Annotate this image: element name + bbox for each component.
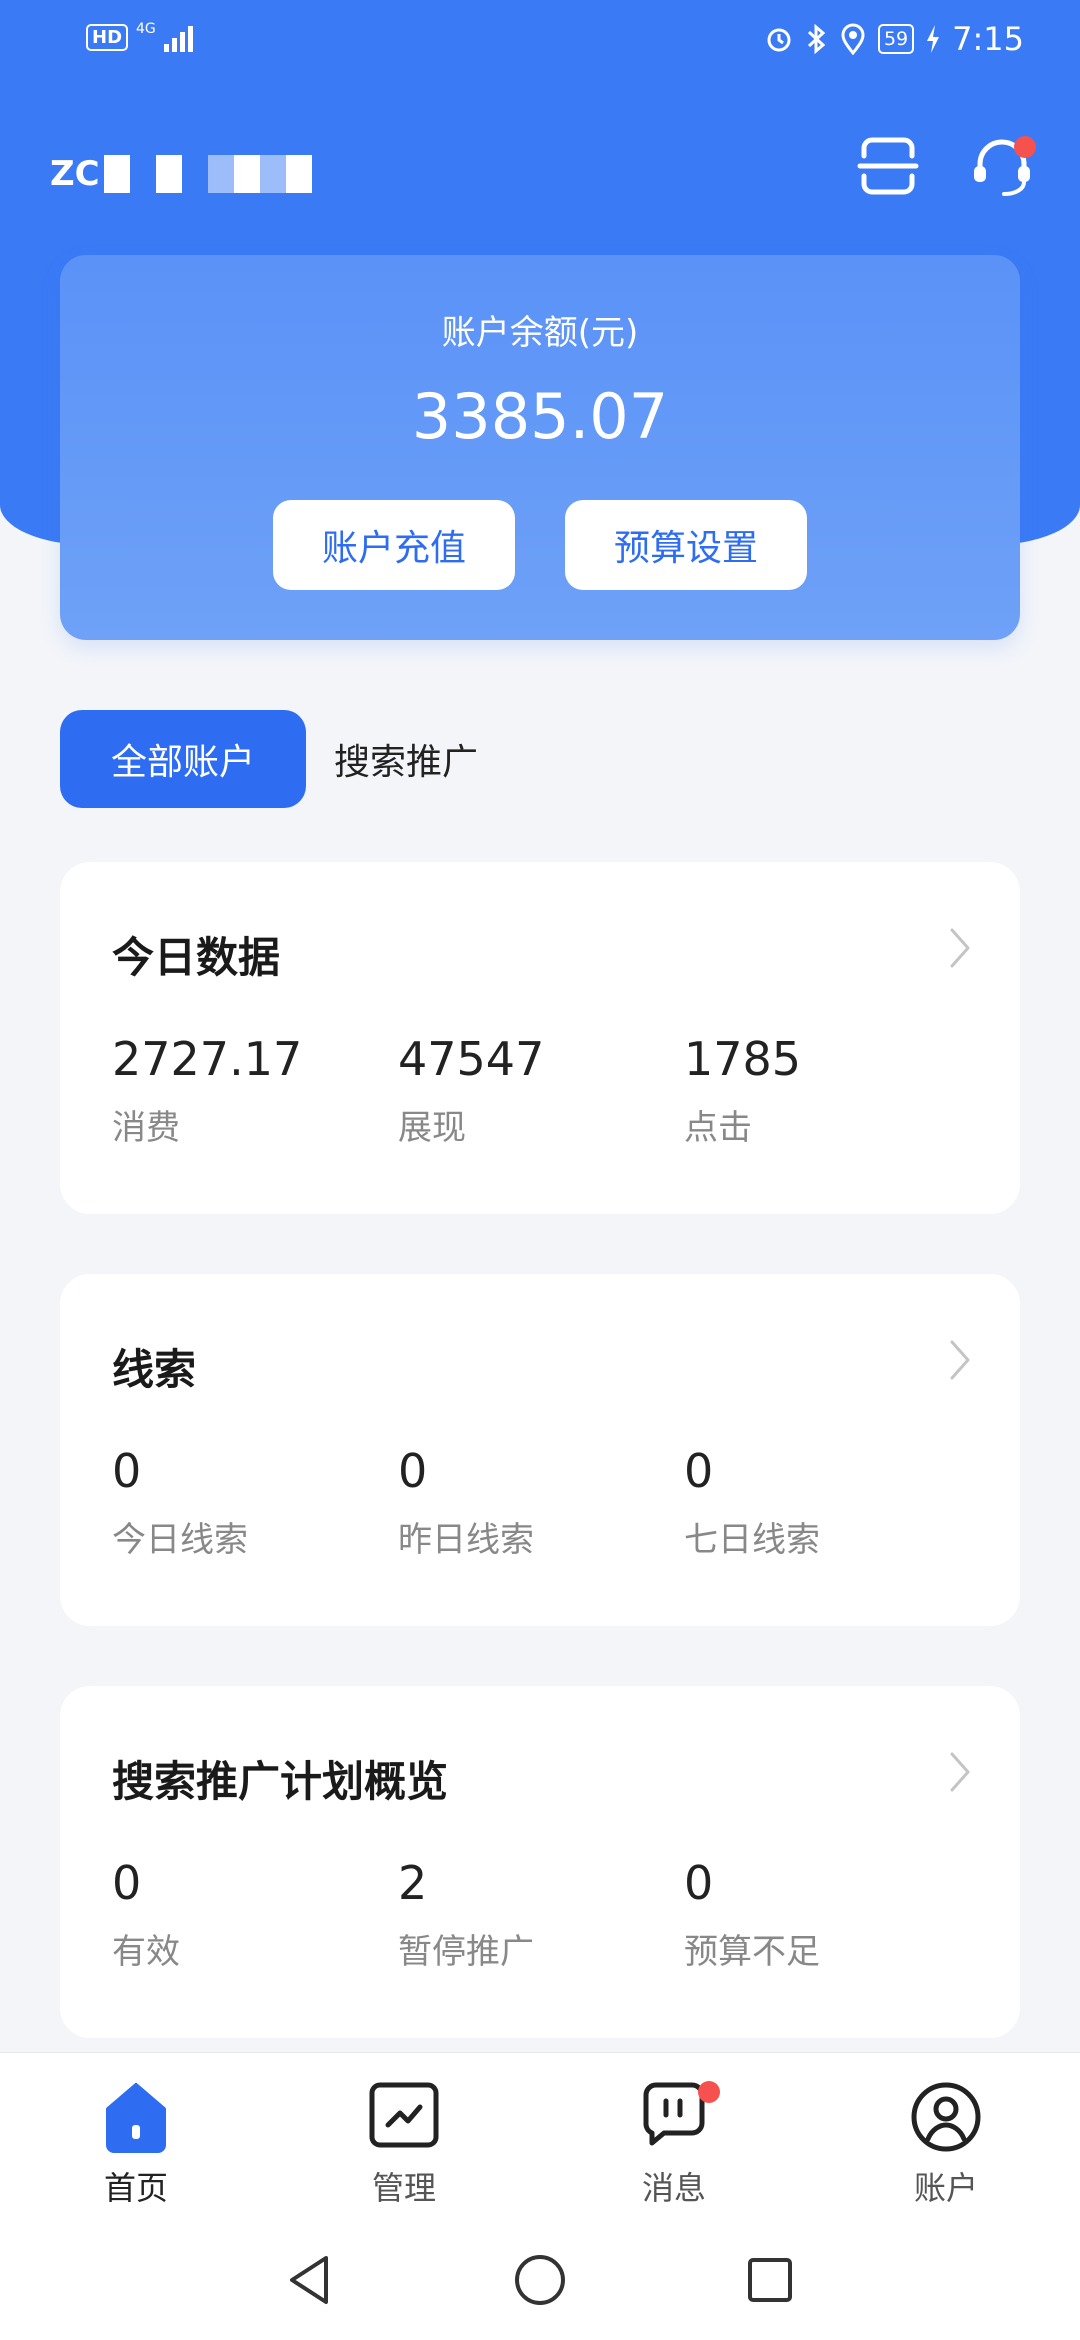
status-bar: HD 4G 59 7:15 — [0, 0, 1080, 80]
home-icon — [106, 2083, 166, 2153]
metric-seven-day-leads: 0 七日线索 — [684, 1444, 820, 1560]
signal-icon — [163, 22, 193, 52]
location-icon — [841, 23, 865, 55]
card-title: 今日数据 — [112, 933, 281, 982]
alarm-icon — [767, 28, 791, 52]
system-navigation-bar — [0, 2220, 1080, 2340]
notification-dot — [1014, 136, 1036, 158]
account-name-text: ZC — [50, 154, 100, 194]
tabbar-item-manage[interactable]: 管理 — [304, 2053, 504, 2221]
notification-dot — [698, 2081, 720, 2103]
metric-active: 0 有效 — [112, 1856, 180, 1972]
hd-badge: HD — [86, 23, 129, 51]
metric-today-leads: 0 今日线索 — [112, 1444, 248, 1560]
mosaic-block — [103, 155, 130, 193]
tabbar-item-messages[interactable]: 消息 — [574, 2053, 774, 2221]
metric-clicks: 1785 点击 — [684, 1032, 802, 1148]
tab-search-promotion[interactable]: 搜索推广 — [306, 710, 506, 808]
metric-impressions: 47547 展现 — [398, 1032, 545, 1148]
mosaic-block — [233, 155, 260, 193]
today-data-card[interactable]: 今日数据 2727.17 消费 47547 展现 1785 点击 — [60, 862, 1020, 1214]
chart-icon — [369, 2082, 439, 2148]
metric-spend: 2727.17 消费 — [112, 1032, 303, 1148]
mosaic-block — [259, 155, 286, 193]
balance-card: 账户余额(元) 3385.07 账户充值 预算设置 — [60, 255, 1020, 640]
tabbar-item-home[interactable]: 首页 — [36, 2053, 236, 2221]
plan-overview-card[interactable]: 搜索推广计划概览 0 有效 2 暂停推广 0 预算不足 — [60, 1686, 1020, 2038]
tabbar-label: 管理 — [371, 2169, 436, 2207]
balance-value: 3385.07 — [411, 380, 669, 453]
back-icon[interactable] — [278, 2248, 342, 2312]
charging-icon — [927, 25, 940, 53]
tabbar-label: 账户 — [913, 2169, 978, 2207]
mosaic-block — [285, 155, 312, 193]
bluetooth-icon — [807, 23, 826, 55]
card-title: 搜索推广计划概览 — [112, 1757, 449, 1806]
battery-indicator: 59 — [877, 24, 915, 54]
tab-all-accounts[interactable]: 全部账户 — [60, 710, 306, 808]
balance-label: 账户余额(元) — [441, 313, 639, 353]
budget-settings-button[interactable]: 预算设置 — [565, 500, 807, 590]
card-title: 线索 — [112, 1345, 197, 1394]
recharge-button[interactable]: 账户充值 — [273, 500, 515, 590]
network-type: 4G — [136, 21, 156, 37]
tabbar-item-account[interactable]: 账户 — [846, 2053, 1046, 2221]
recent-apps-icon[interactable] — [738, 2248, 802, 2312]
clock: 7:15 — [952, 20, 1024, 58]
home-circle-icon[interactable] — [508, 2248, 572, 2312]
mosaic-block — [155, 155, 182, 193]
account-tabs: 全部账户 搜索推广 — [60, 710, 506, 808]
tabbar-label: 首页 — [103, 2169, 168, 2207]
customer-service-icon[interactable] — [966, 130, 1038, 202]
chevron-right-icon — [950, 1752, 970, 1792]
mosaic-block — [207, 155, 234, 193]
bottom-tab-bar: 首页 管理 消息 账户 — [0, 2052, 1080, 2220]
tabbar-label: 消息 — [641, 2169, 706, 2207]
metric-budget-insufficient: 0 预算不足 — [684, 1856, 820, 1972]
scan-icon[interactable] — [852, 130, 924, 202]
leads-card[interactable]: 线索 0 今日线索 0 昨日线索 0 七日线索 — [60, 1274, 1020, 1626]
user-icon — [911, 2082, 981, 2152]
metric-yesterday-leads: 0 昨日线索 — [398, 1444, 534, 1560]
metric-paused: 2 暂停推广 — [398, 1856, 534, 1972]
account-name: ZC — [50, 146, 370, 202]
chevron-right-icon — [950, 928, 970, 968]
chevron-right-icon — [950, 1340, 970, 1380]
